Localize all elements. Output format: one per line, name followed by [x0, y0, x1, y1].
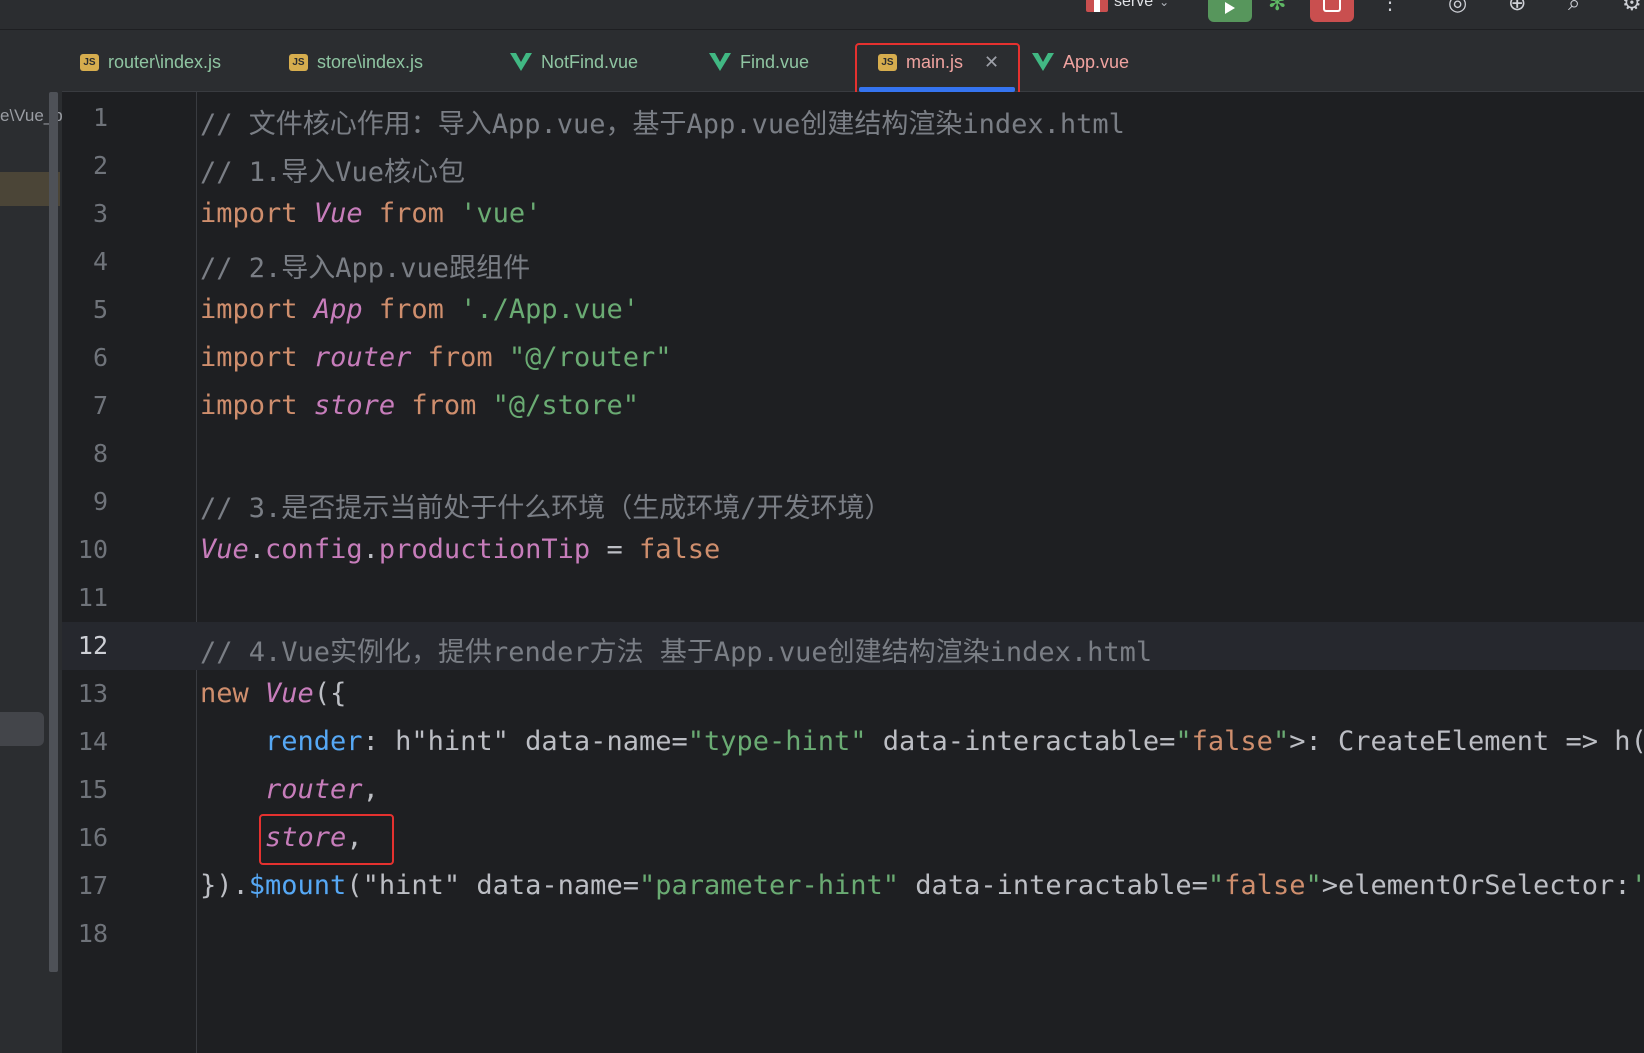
- main-toolbar: serve ⌄ ✻ ⋮ ◎ ⊕ ⌕ ⚙: [0, 0, 1644, 30]
- run-config-label: serve: [1114, 0, 1154, 10]
- code-text: // 1.导入Vue核心包: [200, 157, 466, 188]
- code-line[interactable]: 14 render: h"hint" data-name="type-hint"…: [62, 718, 1644, 766]
- code-text: import router from "@/router": [200, 342, 672, 373]
- settings-icon[interactable]: ⚙: [1622, 0, 1642, 14]
- code-text: import Vue from 'vue': [200, 198, 542, 229]
- code-text: import App from './App.vue': [200, 294, 639, 325]
- code-line[interactable]: 5 import App from './App.vue': [62, 286, 1644, 334]
- stop-button[interactable]: [1310, 0, 1354, 22]
- run-icon: [1225, 2, 1235, 14]
- more-actions-icon[interactable]: ⋮: [1380, 0, 1400, 14]
- tab-router-index-js[interactable]: JS router\index.js: [80, 50, 221, 74]
- line-number: 1: [92, 103, 108, 132]
- add-user-icon[interactable]: ⊕: [1508, 0, 1526, 14]
- code-text: render: h"hint" data-name="type-hint" da…: [265, 726, 1644, 757]
- run-button[interactable]: [1208, 0, 1252, 22]
- tab-app-vue[interactable]: App.vue: [1032, 50, 1129, 74]
- code-text: new Vue({: [200, 678, 347, 709]
- tab-find-vue[interactable]: Find.vue: [709, 50, 809, 74]
- code-line[interactable]: 1 // 文件核心作用：导入App.vue，基于App.vue创建结构渲染ind…: [62, 94, 1644, 142]
- code-line[interactable]: 7 import store from "@/store": [62, 382, 1644, 430]
- line-number: 6: [92, 343, 108, 372]
- code-text: // 3.是否提示当前处于什么环境（生成环境/开发环境）: [200, 493, 892, 524]
- ide-window: serve ⌄ ✻ ⋮ ◎ ⊕ ⌕ ⚙ e\Vue_p JS router\in…: [0, 0, 1644, 1053]
- stop-icon: [1323, 0, 1341, 12]
- code-line[interactable]: 15 router,: [62, 766, 1644, 814]
- code-text: // 文件核心作用：导入App.vue，基于App.vue创建结构渲染index…: [200, 109, 1125, 140]
- line-number: 4: [92, 247, 108, 276]
- code-line[interactable]: 6 import router from "@/router": [62, 334, 1644, 382]
- code-line[interactable]: 9 // 3.是否提示当前处于什么环境（生成环境/开发环境）: [62, 478, 1644, 526]
- chevron-down-icon: ⌄: [1159, 0, 1170, 9]
- vue-file-icon: [1032, 53, 1054, 71]
- vue-file-icon: [510, 53, 532, 71]
- tab-label: NotFind.vue: [541, 51, 639, 72]
- tab-store-index-js[interactable]: JS store\index.js: [289, 50, 423, 74]
- line-number: 15: [77, 775, 108, 804]
- code-line[interactable]: 13 new Vue({: [62, 670, 1644, 718]
- project-scrollbar[interactable]: [49, 92, 58, 972]
- code-line-current[interactable]: 12 // 4.Vue实例化，提供render方法 基于App.vue创建结构渲…: [62, 622, 1644, 670]
- npm-config-icon: [1086, 0, 1108, 12]
- line-number: 9: [92, 487, 108, 516]
- line-number: 18: [77, 919, 108, 948]
- editor-tab-bar: JS router\index.js JS store\index.js Not…: [62, 30, 1644, 92]
- line-number: 8: [92, 439, 108, 468]
- line-number: 10: [77, 535, 108, 564]
- code-line[interactable]: 3 import Vue from 'vue': [62, 190, 1644, 238]
- project-hover-item[interactable]: [0, 712, 44, 746]
- line-number: 14: [77, 727, 108, 756]
- code-text: }).$mount("hint" data-name="parameter-hi…: [200, 870, 1644, 901]
- line-number: 16: [77, 823, 108, 852]
- tab-label: router\index.js: [108, 51, 222, 72]
- code-line[interactable]: 4 // 2.导入App.vue跟组件: [62, 238, 1644, 286]
- line-number: 17: [77, 871, 108, 900]
- code-line[interactable]: 18: [62, 910, 1644, 958]
- code-text: // 4.Vue实例化，提供render方法 基于App.vue创建结构渲染in…: [200, 637, 1153, 668]
- annotation-box-store-line: [259, 814, 394, 865]
- ai-assistant-icon[interactable]: ◎: [1448, 0, 1467, 14]
- line-number: 5: [92, 295, 108, 324]
- js-file-icon: JS: [289, 53, 308, 71]
- code-line[interactable]: 2 // 1.导入Vue核心包: [62, 142, 1644, 190]
- tab-label: store\index.js: [317, 51, 424, 72]
- line-number: 2: [92, 151, 108, 180]
- js-file-icon: JS: [80, 53, 99, 71]
- code-line[interactable]: 11: [62, 574, 1644, 622]
- code-text: import store from "@/store": [200, 390, 639, 421]
- search-icon[interactable]: ⌕: [1568, 0, 1580, 14]
- code-text: router,: [265, 774, 379, 805]
- code-line[interactable]: 8: [62, 430, 1644, 478]
- line-number: 3: [92, 199, 108, 228]
- line-number: 11: [77, 583, 108, 612]
- line-number: 12: [77, 631, 108, 660]
- tab-label: App.vue: [1063, 51, 1130, 72]
- debug-icon[interactable]: ✻: [1268, 0, 1286, 14]
- tab-notfind-vue[interactable]: NotFind.vue: [510, 50, 638, 74]
- run-configuration-selector[interactable]: serve ⌄: [1086, 0, 1169, 13]
- code-line[interactable]: 10 Vue.config.productionTip = false: [62, 526, 1644, 574]
- line-number: 13: [77, 679, 108, 708]
- tab-label: Find.vue: [740, 51, 810, 72]
- line-number: 7: [92, 391, 108, 420]
- code-text: Vue.config.productionTip = false: [200, 534, 721, 565]
- code-line[interactable]: 17 }).$mount("hint" data-name="parameter…: [62, 862, 1644, 910]
- code-text: // 2.导入App.vue跟组件: [200, 253, 531, 284]
- vue-file-icon: [709, 53, 731, 71]
